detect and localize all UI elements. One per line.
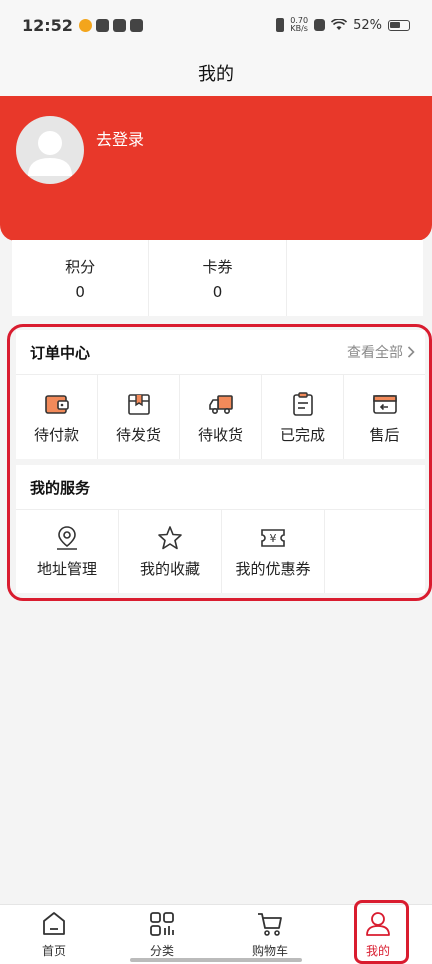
service-label: 我的收藏 [139, 560, 200, 578]
tab-label: 购物车 [251, 944, 288, 958]
clipboard-icon [292, 391, 313, 416]
service-label: 我的优惠券 [235, 560, 311, 578]
net-speed-unit: KB/s [290, 24, 308, 33]
location-icon [57, 526, 77, 550]
tab-label: 分类 [149, 944, 174, 958]
status-bar: 12:52 0.70 KB/s 52% [0, 0, 432, 50]
avatar[interactable] [16, 116, 84, 184]
stats-bar: 积分 0 卡券 0 [12, 240, 423, 316]
stat-empty [287, 240, 423, 316]
order-after-sales[interactable]: 售后 [344, 375, 425, 459]
app-icon [112, 18, 126, 32]
app-icon [95, 18, 109, 32]
wifi-icon [331, 19, 348, 30]
order-center-header: 订单中心 查看全部 [16, 330, 425, 374]
order-center-title: 订单中心 [30, 343, 91, 362]
avatar-placeholder-icon [28, 131, 72, 176]
status-time: 12:52 [22, 15, 73, 35]
status-right: 0.70 KB/s 52% [276, 17, 410, 33]
page-title: 我的 [198, 64, 234, 85]
stat-coupons[interactable]: 卡券 0 [149, 240, 287, 316]
services-title: 我的服务 [30, 478, 91, 497]
order-label: 待发货 [115, 425, 161, 444]
tab-label: 首页 [41, 944, 66, 958]
stat-value: 0 [75, 282, 85, 301]
service-address[interactable]: 地址管理 [16, 510, 119, 593]
stat-points[interactable]: 积分 0 [12, 240, 150, 316]
notification-icons [78, 18, 143, 32]
services-grid: 地址管理 我的收藏 ¥ 我的优惠券 [16, 509, 425, 593]
order-label: 待付款 [33, 425, 79, 444]
user-icon [366, 912, 390, 936]
weibo-icon [78, 18, 92, 32]
truck-icon [208, 394, 233, 414]
order-grid: 待付款 待发货 待收货 已完成 售后 [16, 374, 425, 459]
net-speed: 0.70 KB/s [290, 17, 308, 33]
star-icon [158, 526, 182, 550]
service-coupons[interactable]: ¥ 我的优惠券 [222, 510, 325, 593]
box-icon [127, 393, 150, 415]
stat-value: 0 [212, 282, 223, 301]
battery-text: 52% [353, 17, 382, 33]
svg-text:¥: ¥ [270, 532, 277, 545]
view-all-label: 查看全部 [347, 345, 403, 361]
service-label: 地址管理 [36, 560, 97, 578]
home-indicator [130, 958, 302, 962]
battery-icon [388, 19, 410, 31]
return-icon [372, 394, 397, 414]
order-pending-receipt[interactable]: 待收货 [180, 375, 262, 459]
service-empty [325, 510, 425, 593]
profile-banner: 去登录 [0, 96, 432, 241]
stat-label: 卡券 [202, 257, 233, 276]
view-all-orders-link[interactable]: 查看全部 [347, 342, 415, 362]
vibrate-icon [276, 18, 285, 32]
chevron-right-icon [407, 346, 415, 358]
message-icon [129, 18, 143, 32]
order-pending-shipment[interactable]: 待发货 [98, 375, 180, 459]
coupon-icon: ¥ [261, 529, 285, 547]
wallet-icon [44, 394, 69, 414]
tab-label: 我的 [365, 944, 390, 958]
order-label: 待收货 [197, 425, 243, 444]
tab-mine[interactable]: 我的 [324, 905, 432, 964]
order-label: 已完成 [279, 425, 325, 444]
sim-icon [314, 19, 326, 31]
service-favorites[interactable]: 我的收藏 [119, 510, 222, 593]
login-link[interactable]: 去登录 [96, 126, 144, 150]
tab-home[interactable]: 首页 [0, 905, 108, 964]
services-header: 我的服务 [16, 465, 425, 509]
cart-icon [258, 913, 282, 936]
orders-services-panel: 订单中心 查看全部 待付款 待发货 待收货 已完成 售后 我的服务 地址管理 我… [7, 324, 432, 601]
order-completed[interactable]: 已完成 [262, 375, 344, 459]
category-icon [150, 912, 174, 936]
order-label: 售后 [369, 425, 400, 444]
page-header: 我的 [0, 50, 432, 96]
tab-cart[interactable]: 购物车 [216, 905, 324, 964]
order-pending-payment[interactable]: 待付款 [16, 375, 98, 459]
home-icon [43, 912, 65, 935]
stat-label: 积分 [65, 257, 96, 276]
bottom-tab-bar: 首页 分类 购物车 我的 [0, 904, 432, 964]
tab-category[interactable]: 分类 [108, 905, 216, 964]
